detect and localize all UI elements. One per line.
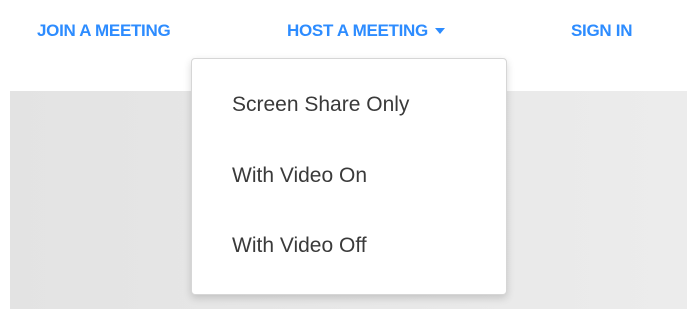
menu-item-screen-share-only[interactable]: Screen Share Only [232, 90, 409, 120]
host-meeting-link[interactable]: HOST A MEETING [287, 19, 445, 43]
page: JOIN A MEETING HOST A MEETING SIGN IN Sc… [0, 0, 687, 309]
host-meeting-dropdown: Screen Share Only With Video On With Vid… [191, 58, 507, 295]
join-meeting-link[interactable]: JOIN A MEETING [37, 19, 171, 43]
sign-in-link[interactable]: SIGN IN [571, 19, 632, 43]
host-meeting-label: HOST A MEETING [287, 21, 428, 40]
sign-in-label: SIGN IN [571, 21, 633, 40]
menu-item-with-video-on[interactable]: With Video On [232, 161, 367, 191]
caret-down-icon [434, 27, 445, 34]
join-meeting-label: JOIN A MEETING [37, 21, 171, 40]
menu-item-with-video-off[interactable]: With Video Off [232, 231, 367, 261]
